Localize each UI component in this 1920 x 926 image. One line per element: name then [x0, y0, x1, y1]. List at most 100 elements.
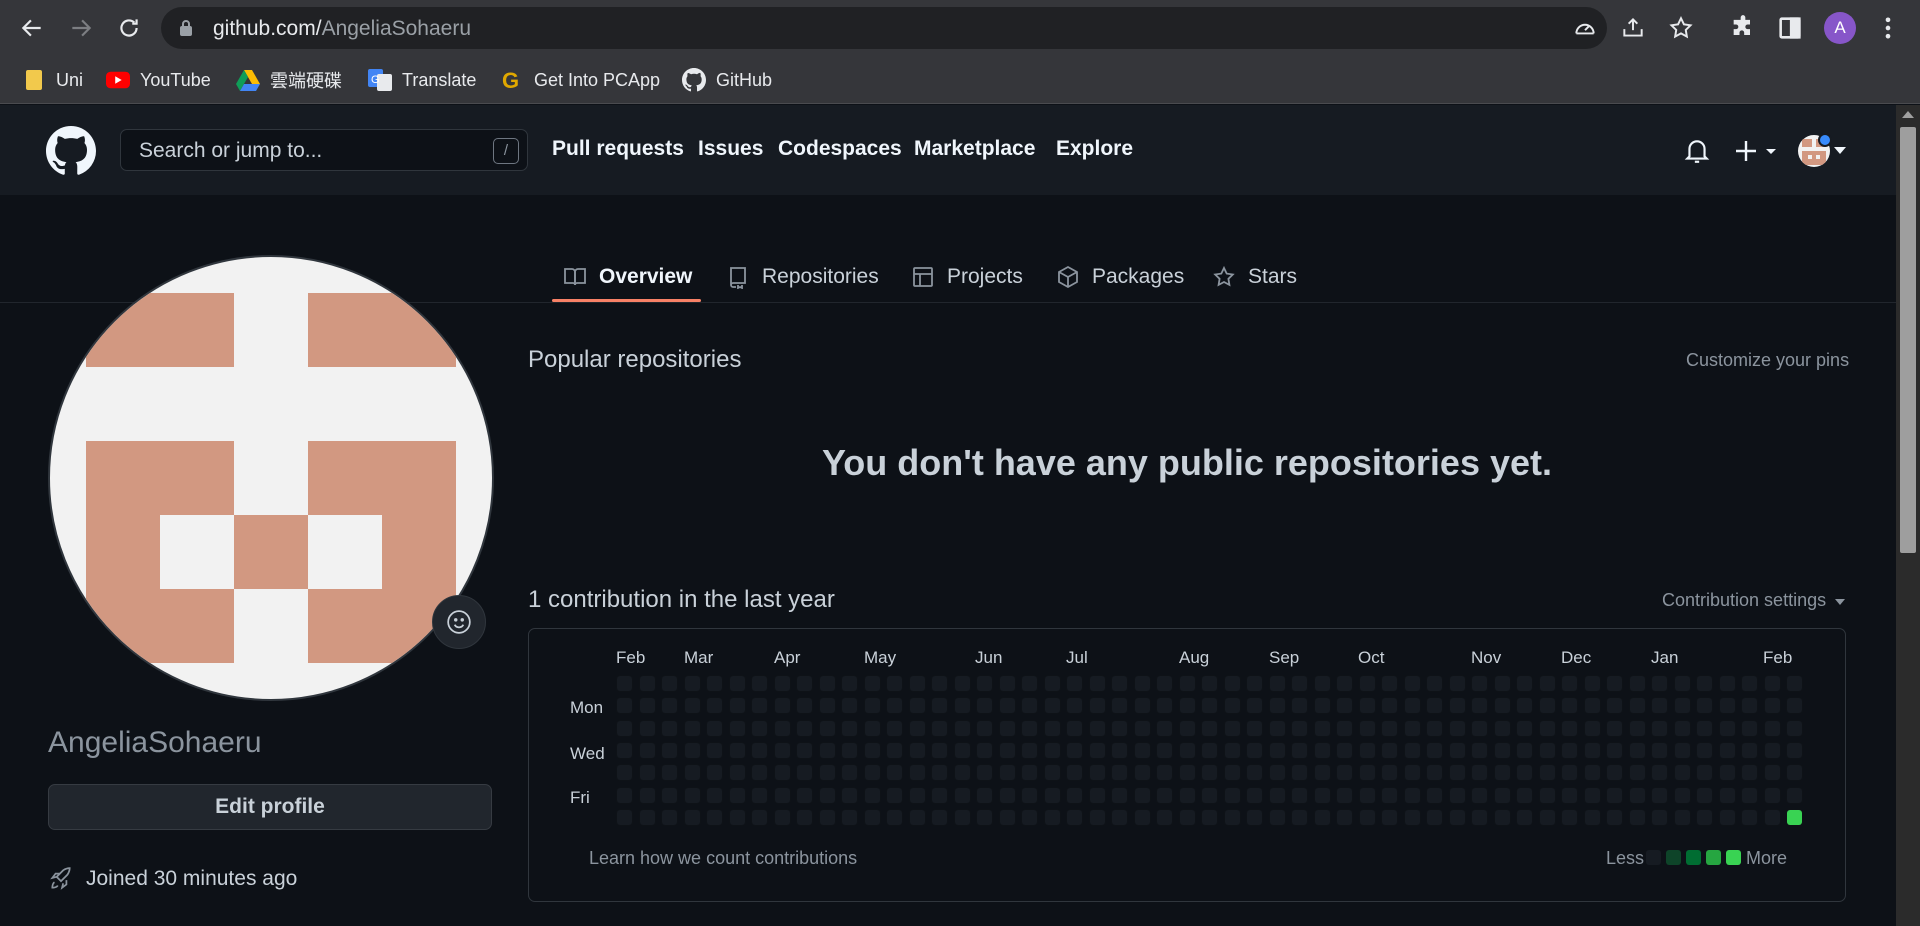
- contribution-day-cell[interactable]: [953, 719, 971, 737]
- contribution-day-cell[interactable]: [706, 786, 723, 804]
- contribution-day-cell[interactable]: [796, 719, 813, 737]
- contribution-settings-dropdown[interactable]: Contribution settings: [1662, 590, 1846, 611]
- contribution-day-cell[interactable]: [908, 719, 926, 737]
- contribution-day-cell[interactable]: [818, 719, 836, 737]
- contribution-day-cell[interactable]: [818, 697, 836, 715]
- contribution-day-cell[interactable]: [1471, 786, 1488, 804]
- contribution-day-cell[interactable]: [1043, 675, 1061, 692]
- contribution-day-cell[interactable]: [683, 697, 701, 715]
- contribution-day-cell[interactable]: [1043, 808, 1061, 826]
- contribution-day-cell[interactable]: [1156, 675, 1173, 692]
- contribution-day-cell[interactable]: [1741, 764, 1758, 782]
- profile-avatar[interactable]: [48, 255, 494, 701]
- contribution-day-cell[interactable]: [1291, 719, 1308, 737]
- contribution-day-cell[interactable]: [1673, 675, 1691, 692]
- contribution-day-cell[interactable]: [1448, 808, 1466, 826]
- contribution-day-cell[interactable]: [1426, 675, 1443, 692]
- contribution-day-cell[interactable]: [1358, 786, 1376, 804]
- contribution-day-cell[interactable]: [638, 675, 656, 692]
- contribution-day-cell[interactable]: [616, 719, 633, 737]
- contribution-day-cell[interactable]: [1201, 808, 1218, 826]
- contribution-day-cell[interactable]: [1583, 808, 1601, 826]
- contribution-day-cell[interactable]: [1763, 808, 1781, 826]
- contribution-day-cell[interactable]: [1111, 697, 1128, 715]
- contribution-day-cell[interactable]: [931, 741, 948, 759]
- contribution-day-cell[interactable]: [1651, 786, 1668, 804]
- contribution-day-cell[interactable]: [1763, 786, 1781, 804]
- contribution-day-cell[interactable]: [1628, 719, 1646, 737]
- contribution-day-cell[interactable]: [796, 741, 813, 759]
- contribution-day-cell[interactable]: [1403, 719, 1421, 737]
- contribution-day-cell[interactable]: [1741, 697, 1758, 715]
- contribution-day-cell[interactable]: [1493, 786, 1511, 804]
- contribution-day-cell[interactable]: [886, 719, 903, 737]
- extensions-icon[interactable]: [1729, 14, 1757, 42]
- contribution-day-cell[interactable]: [931, 764, 948, 782]
- contribution-day-cell[interactable]: [1156, 808, 1173, 826]
- contribution-day-cell[interactable]: [638, 808, 656, 826]
- contribution-day-cell[interactable]: [841, 764, 858, 782]
- contribution-day-cell[interactable]: [953, 697, 971, 715]
- contribution-day-cell[interactable]: [818, 741, 836, 759]
- contribution-day-cell[interactable]: [1088, 719, 1106, 737]
- contribution-day-cell[interactable]: [773, 764, 791, 782]
- contribution-day-cell[interactable]: [706, 697, 723, 715]
- contribution-day-cell[interactable]: [1696, 675, 1713, 692]
- performance-icon[interactable]: [1572, 15, 1598, 41]
- contribution-day-cell[interactable]: [1111, 786, 1128, 804]
- contribution-day-cell[interactable]: [1673, 719, 1691, 737]
- contribution-day-cell[interactable]: [1043, 786, 1061, 804]
- contribution-day-cell[interactable]: [1628, 808, 1646, 826]
- contribution-day-cell[interactable]: [1223, 786, 1241, 804]
- contribution-day-cell[interactable]: [1538, 719, 1556, 737]
- contribution-day-cell[interactable]: [706, 675, 723, 692]
- contribution-day-cell[interactable]: [1471, 675, 1488, 692]
- contribution-day-cell[interactable]: [1628, 697, 1646, 715]
- contribution-day-cell[interactable]: [1246, 808, 1263, 826]
- contribution-day-cell[interactable]: [1741, 675, 1758, 692]
- side-panel-icon[interactable]: [1776, 14, 1804, 42]
- contribution-day-cell[interactable]: [1696, 697, 1713, 715]
- contribution-day-cell[interactable]: [1628, 786, 1646, 804]
- contribution-day-cell[interactable]: [976, 719, 993, 737]
- nav-issues[interactable]: Issues: [698, 137, 763, 161]
- contribution-day-cell[interactable]: [773, 719, 791, 737]
- browser-profile-avatar[interactable]: A: [1824, 12, 1856, 44]
- contribution-day-cell[interactable]: [773, 741, 791, 759]
- contribution-day-cell[interactable]: [953, 808, 971, 826]
- contribution-day-cell[interactable]: [1043, 741, 1061, 759]
- contribution-day-cell[interactable]: [1673, 808, 1691, 826]
- contribution-day-cell[interactable]: [1763, 697, 1781, 715]
- contribution-day-cell[interactable]: [1741, 719, 1758, 737]
- contribution-day-cell[interactable]: [1718, 697, 1736, 715]
- contribution-day-cell[interactable]: [1156, 786, 1173, 804]
- contribution-day-cell[interactable]: [1313, 786, 1331, 804]
- contribution-day-cell[interactable]: [1538, 697, 1556, 715]
- contribution-day-cell[interactable]: [1786, 697, 1803, 715]
- contribution-day-cell[interactable]: [1606, 808, 1623, 826]
- contribution-day-cell[interactable]: [1403, 675, 1421, 692]
- contribution-day-cell[interactable]: [1516, 808, 1533, 826]
- contribution-day-cell[interactable]: [863, 786, 881, 804]
- contribution-day-cell[interactable]: [1043, 719, 1061, 737]
- contribution-day-cell[interactable]: [796, 786, 813, 804]
- contribution-day-cell[interactable]: [1471, 764, 1488, 782]
- contribution-day-cell[interactable]: [683, 741, 701, 759]
- contribution-day-cell[interactable]: [1223, 697, 1241, 715]
- contribution-day-cell[interactable]: [1561, 675, 1578, 692]
- contribution-day-cell[interactable]: [1066, 697, 1083, 715]
- contribution-day-cell[interactable]: [818, 786, 836, 804]
- contribution-day-cell[interactable]: [1696, 764, 1713, 782]
- contribution-day-cell[interactable]: [1381, 764, 1398, 782]
- contribution-day-cell[interactable]: [1313, 764, 1331, 782]
- contribution-day-cell[interactable]: [976, 808, 993, 826]
- contribution-day-cell[interactable]: [976, 697, 993, 715]
- contribution-day-cell[interactable]: [1606, 764, 1623, 782]
- contribution-day-cell[interactable]: [976, 741, 993, 759]
- contribution-day-cell[interactable]: [841, 741, 858, 759]
- contribution-day-cell[interactable]: [796, 764, 813, 782]
- contribution-day-cell[interactable]: [1201, 786, 1218, 804]
- bookmark-getintopc[interactable]: G Get Into PCApp: [500, 66, 660, 94]
- contribution-day-cell[interactable]: [1448, 764, 1466, 782]
- contribution-day-cell[interactable]: [1246, 764, 1263, 782]
